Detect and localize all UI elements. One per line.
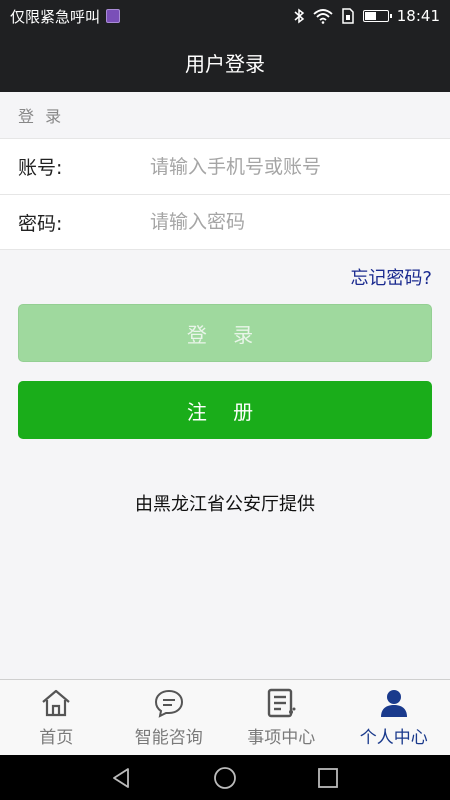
section-label: 登 录 xyxy=(18,107,65,126)
notification-icon xyxy=(106,9,121,23)
tab-home[interactable]: 首页 xyxy=(0,680,113,755)
wifi-icon xyxy=(313,9,333,24)
account-input[interactable] xyxy=(150,155,430,178)
login-button[interactable]: 登 录 xyxy=(18,304,432,362)
password-row: 密码: xyxy=(0,194,450,249)
home-circle-icon[interactable] xyxy=(213,766,237,790)
tab-label: 个人中心 xyxy=(359,728,428,748)
system-nav-bar xyxy=(0,755,450,800)
forgot-password-link[interactable]: 忘记密码? xyxy=(350,264,432,290)
tab-label: 首页 xyxy=(39,728,74,748)
sim-icon xyxy=(342,8,354,24)
tab-profile[interactable]: 个人中心 xyxy=(338,680,450,755)
clock: 18:41 xyxy=(396,7,440,25)
account-label: 账号: xyxy=(18,157,63,179)
status-bar: 仅限紧急呼叫 18:41 xyxy=(0,0,450,32)
provider-text: 由黑龙江省公安厅提供 xyxy=(135,494,315,515)
account-row: 账号: xyxy=(0,139,450,194)
bluetooth-icon xyxy=(294,8,304,24)
carrier-text: 仅限紧急呼叫 xyxy=(10,7,101,26)
tab-consult[interactable]: 智能咨询 xyxy=(113,680,226,755)
person-icon xyxy=(380,690,407,717)
register-button[interactable]: 注 册 xyxy=(18,381,432,439)
login-form: 账号: 密码: xyxy=(0,138,450,250)
status-left: 仅限紧急呼叫 xyxy=(10,6,121,27)
tab-matters[interactable]: 事项中心 xyxy=(225,680,338,755)
tab-label: 事项中心 xyxy=(247,728,316,748)
home-icon xyxy=(42,689,70,717)
app-header: 用户登录 xyxy=(0,32,450,92)
tab-label: 智能咨询 xyxy=(134,728,203,748)
list-document-icon xyxy=(268,688,296,718)
status-right: 18:41 xyxy=(293,7,440,25)
page-title: 用户登录 xyxy=(185,51,265,76)
recents-icon[interactable] xyxy=(316,766,340,790)
battery-level xyxy=(364,12,377,20)
bottom-tab-bar: 首页 智能咨询 事项中心 个人中心 xyxy=(0,679,450,755)
battery-icon xyxy=(362,10,392,22)
password-label: 密码: xyxy=(18,212,63,235)
password-input[interactable] xyxy=(150,211,430,233)
back-icon[interactable] xyxy=(110,766,134,790)
chat-bubble-icon xyxy=(154,689,183,718)
